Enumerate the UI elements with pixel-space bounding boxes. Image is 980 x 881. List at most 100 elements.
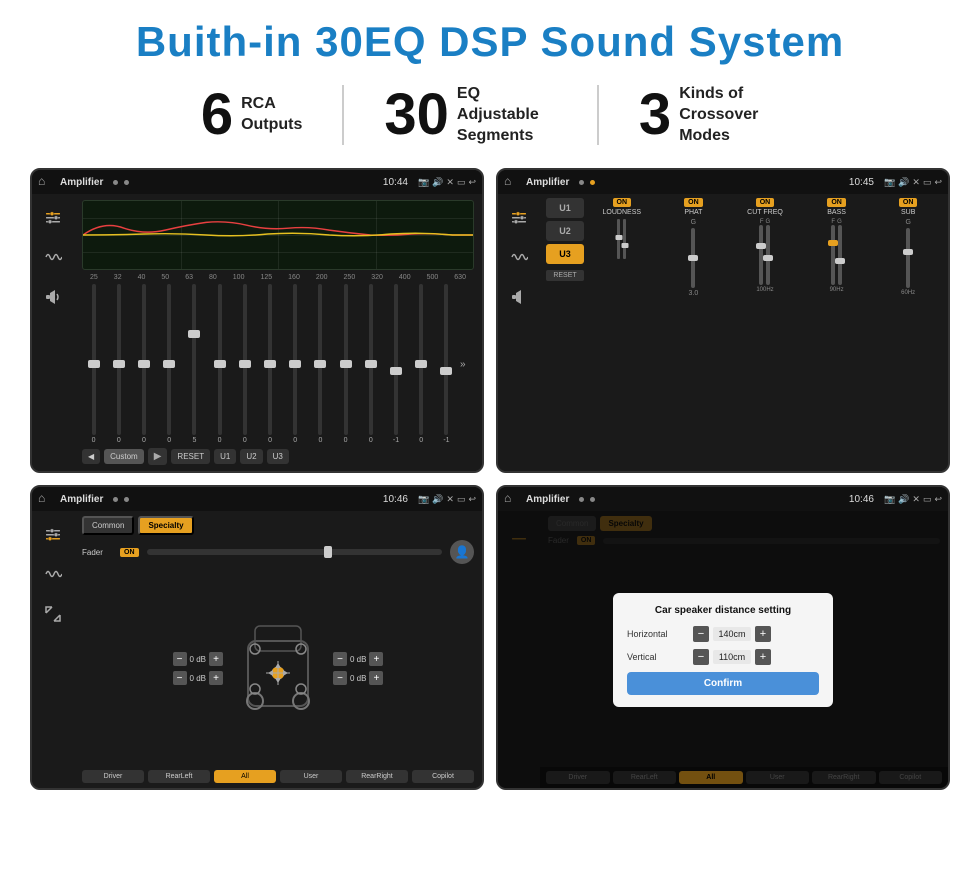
- eq-u2-btn[interactable]: U2: [240, 449, 262, 464]
- fader-vol-icon: 🔊: [432, 494, 443, 505]
- freq-320: 320: [371, 274, 383, 281]
- fader-track[interactable]: [147, 549, 443, 555]
- dialog-home-icon[interactable]: ⌂: [504, 491, 520, 507]
- fader-tune-icon[interactable]: [38, 519, 68, 549]
- eq-slider-6[interactable]: 0: [233, 284, 256, 444]
- dialog-vertical-value: 110cm: [713, 650, 751, 664]
- ch-phat-on[interactable]: ON: [684, 198, 703, 207]
- ch-sub-on[interactable]: ON: [899, 198, 918, 207]
- ch-phat: ON PHAT G 3.0: [660, 198, 728, 467]
- eq-more-arrow[interactable]: »: [460, 359, 474, 370]
- fader-home-icon[interactable]: ⌂: [38, 491, 54, 507]
- eq-u3-btn[interactable]: U3: [267, 449, 289, 464]
- db-minus-bl[interactable]: −: [173, 671, 187, 685]
- eq-slider-12[interactable]: -1: [384, 284, 407, 444]
- ch-cutfreq: ON CUT FREQ FG 100Hz: [731, 198, 799, 467]
- stat-label-crossover: Kinds ofCrossover Modes: [679, 84, 779, 146]
- db-plus-bl[interactable]: +: [209, 671, 223, 685]
- eq-tune-icon[interactable]: [38, 202, 68, 232]
- eq-slider-1[interactable]: 0: [107, 284, 130, 444]
- eq-slider-8[interactable]: 0: [284, 284, 307, 444]
- crossover-vol-icon: 🔊: [898, 177, 909, 188]
- crossover-speaker-icon[interactable]: [504, 282, 534, 312]
- fader-driver-btn[interactable]: Driver: [82, 770, 144, 783]
- dialog-horizontal-minus[interactable]: −: [693, 626, 709, 642]
- eq-slider-4[interactable]: 5: [183, 284, 206, 444]
- fader-user-btn[interactable]: User: [280, 770, 342, 783]
- db-control-tr: − 0 dB +: [333, 652, 383, 666]
- eq-slider-3[interactable]: 0: [158, 284, 181, 444]
- eq-slider-11[interactable]: 0: [359, 284, 382, 444]
- dialog-confirm-button[interactable]: Confirm: [627, 672, 819, 695]
- dialog-camera-icon: 📷: [884, 494, 895, 505]
- crossover-u1-btn[interactable]: U1: [546, 198, 584, 218]
- fader-right-controls: − 0 dB + − 0 dB +: [333, 652, 383, 685]
- db-minus-br[interactable]: −: [333, 671, 347, 685]
- fader-wave-icon[interactable]: [38, 559, 68, 589]
- crossover-units: U1 U2 U3 RESET: [546, 198, 584, 467]
- home-icon[interactable]: ⌂: [38, 174, 54, 190]
- rect-icon: ▭: [457, 177, 466, 188]
- eq-bottom-bar: ◀ Custom ▶ RESET U1 U2 U3: [82, 448, 474, 465]
- db-plus-br[interactable]: +: [369, 671, 383, 685]
- ch-cutfreq-on[interactable]: ON: [756, 198, 775, 207]
- eq-prev-btn[interactable]: ◀: [82, 449, 100, 464]
- crossover-wave-icon[interactable]: [504, 242, 534, 272]
- dialog-back-icon[interactable]: ↩: [934, 494, 942, 505]
- dialog-x-icon: ✕: [912, 494, 920, 505]
- ch-loudness-on[interactable]: ON: [613, 198, 632, 207]
- crossover-tune-icon[interactable]: [504, 202, 534, 232]
- crossover-u3-btn[interactable]: U3: [546, 244, 584, 264]
- fader-copilot-btn[interactable]: Copilot: [412, 770, 474, 783]
- eq-slider-13[interactable]: 0: [410, 284, 433, 444]
- crossover-main-area: U1 U2 U3 RESET ON LOUDNESS: [540, 194, 948, 471]
- fader-rearleft-btn[interactable]: RearLeft: [148, 770, 210, 783]
- eq-slider-7[interactable]: 0: [258, 284, 281, 444]
- eq-slider-2[interactable]: 0: [132, 284, 155, 444]
- dialog-vertical-plus[interactable]: +: [755, 649, 771, 665]
- eq-slider-9[interactable]: 0: [309, 284, 332, 444]
- eq-slider-10[interactable]: 0: [334, 284, 357, 444]
- db-minus-tr[interactable]: −: [333, 652, 347, 666]
- stat-label-rca: RCAOutputs: [241, 94, 302, 136]
- crossover-dot2: [590, 180, 595, 185]
- crossover-reset-btn[interactable]: RESET: [546, 270, 584, 281]
- eq-play-btn[interactable]: ▶: [148, 448, 168, 465]
- crossover-home-icon[interactable]: ⌂: [504, 174, 520, 190]
- freq-125: 125: [260, 274, 272, 281]
- eq-slider-14[interactable]: -1: [435, 284, 458, 444]
- fader-screen: ⌂ Amplifier 10:46 📷 🔊 ✕ ▭ ↩: [30, 485, 484, 790]
- eq-wave-icon[interactable]: [38, 242, 68, 272]
- dialog-horizontal-plus[interactable]: +: [755, 626, 771, 642]
- eq-speaker-icon[interactable]: [38, 282, 68, 312]
- eq-screen: ⌂ Amplifier 10:44 📷 🔊 ✕ ▭ ↩: [30, 168, 484, 473]
- crossover-status-icons: 📷 🔊 ✕ ▭ ↩: [884, 177, 942, 188]
- fader-specialty-tab[interactable]: Specialty: [138, 516, 193, 535]
- eq-sliders: 0 0 0 0 5 0 0 0 0 0 0 0 -1: [82, 284, 474, 444]
- eq-u1-btn[interactable]: U1: [214, 449, 236, 464]
- db-minus-tl[interactable]: −: [173, 652, 187, 666]
- ch-bass-on[interactable]: ON: [827, 198, 846, 207]
- db-val-tl: 0 dB: [190, 655, 206, 664]
- eq-preset-btn[interactable]: Custom: [104, 449, 144, 464]
- fader-on-badge[interactable]: ON: [120, 548, 139, 557]
- fader-common-tab[interactable]: Common: [82, 516, 134, 535]
- eq-slider-0[interactable]: 0: [82, 284, 105, 444]
- eq-graph: [82, 200, 474, 270]
- eq-slider-5[interactable]: 0: [208, 284, 231, 444]
- dialog-vertical-minus[interactable]: −: [693, 649, 709, 665]
- back-icon[interactable]: ↩: [468, 177, 476, 188]
- crossover-u2-btn[interactable]: U2: [546, 221, 584, 241]
- db-plus-tr[interactable]: +: [369, 652, 383, 666]
- fader-rect-icon: ▭: [457, 494, 466, 505]
- ch-sub: ON SUB G 60Hz: [874, 198, 942, 467]
- fader-thumb[interactable]: [324, 546, 332, 558]
- eq-app-title: Amplifier: [60, 177, 103, 188]
- crossover-back-icon[interactable]: ↩: [934, 177, 942, 188]
- fader-rearright-btn[interactable]: RearRight: [346, 770, 408, 783]
- fader-back-icon[interactable]: ↩: [468, 494, 476, 505]
- fader-all-btn[interactable]: All: [214, 770, 276, 783]
- eq-reset-btn[interactable]: RESET: [171, 449, 210, 464]
- fader-expand-icon[interactable]: [38, 599, 68, 629]
- db-plus-tl[interactable]: +: [209, 652, 223, 666]
